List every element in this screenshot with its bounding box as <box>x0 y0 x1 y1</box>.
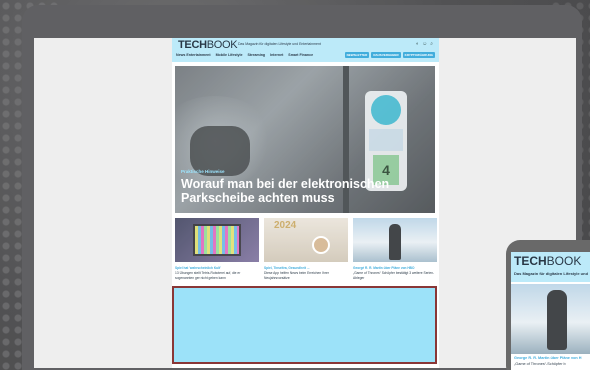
site-tagline: Das Magazin für digitalen Lifestyle und … <box>238 42 321 46</box>
site-header: TECHBOOK Das Magazin für digitalen Lifes… <box>172 38 439 62</box>
teaser-thumbnail: 2024 <box>264 218 348 262</box>
phone-site-header: TECHBOOK Das Magazin für digitalen Lifes… <box>511 252 590 282</box>
main-nav: News Entertainment Mobile Lifestyle Stre… <box>176 53 313 57</box>
phone-site-logo[interactable]: TECHBOOK <box>514 254 581 268</box>
newsletter-button[interactable]: NEWSLETTER <box>344 52 370 58</box>
teaser-kicker: Spiel hat 'wahrscheinlich Kult' <box>175 266 221 270</box>
teaser-thumbnail <box>175 218 259 262</box>
ad-placeholder[interactable] <box>172 286 437 364</box>
cloaked-figure-image <box>389 224 401 260</box>
year-image-text: 2024 <box>274 220 297 231</box>
teaser-title[interactable]: „Game of Thrones“ Schöpfer bestätigt 3 w… <box>353 271 437 280</box>
search-icon[interactable]: ⌕ <box>430 41 433 47</box>
logo-thin-text: BOOK <box>206 39 238 51</box>
logo-bold-text: TECH <box>178 39 207 51</box>
coffee-cup-image <box>312 236 330 254</box>
header-icons: ◐ ☺ ⌕ <box>416 41 433 47</box>
teaser-thumbnail <box>353 218 437 262</box>
phone-article-kicker: George R. R. Martin über Pläne von H <box>514 356 582 360</box>
hero-title[interactable]: Worauf man bei der elektronischen Parksc… <box>181 177 431 205</box>
teaser-title[interactable]: Diese App helfen News beim Erreichen Ihr… <box>264 271 348 280</box>
nav-item-smart-finance[interactable]: Smart Finance <box>288 53 313 57</box>
phone-logo-bold-text: TECH <box>514 254 547 268</box>
hero-kicker: Praktische Hinweise <box>181 169 225 174</box>
parking-disc-top <box>371 95 401 125</box>
hero-article[interactable]: 4 Praktische Hinweise Worauf man bei der… <box>175 66 435 213</box>
nav-item-internet[interactable]: Internet <box>270 53 283 57</box>
account-icon[interactable]: ☺ <box>422 41 427 47</box>
header-buttons: NEWSLETTER RAUSVERGEBER KRYPTOWÄHRUNG <box>344 52 435 58</box>
theme-toggle-icon[interactable]: ◐ <box>416 41 419 47</box>
teaser-title[interactable]: 13 Übungen stellt Tetris-Roboterei auf, … <box>175 271 259 280</box>
phone-screen: TECHBOOK Das Magazin für digitalen Lifes… <box>511 252 590 370</box>
phone-tagline: Das Magazin für digitalen Lifestyle und <box>514 271 589 276</box>
kryptowaehrung-button[interactable]: KRYPTOWÄHRUNG <box>402 52 435 58</box>
phone-logo-thin-text: BOOK <box>546 254 582 268</box>
phone-frame: TECHBOOK Das Magazin für digitalen Lifes… <box>506 240 590 370</box>
tetris-screen-image <box>193 224 241 256</box>
teaser-card[interactable]: Georgé R. R. Martin über Pläne von HBO „… <box>353 218 437 285</box>
teaser-card[interactable]: Spiel hat 'wahrscheinlich Kult' 13 Übung… <box>175 218 259 285</box>
nav-item-mobile-lifestyle[interactable]: Mobile Lifestyle <box>216 53 243 57</box>
phone-article-title[interactable]: „Game of Thrones“-Schöpfer b <box>514 362 566 366</box>
nav-item-streaming[interactable]: Streaming <box>248 53 266 57</box>
teaser-kicker: Georgé R. R. Martin über Pläne von HBO <box>353 266 415 270</box>
teaser-cards: Spiel hat 'wahrscheinlich Kult' 13 Übung… <box>175 218 437 285</box>
website-page: TECHBOOK Das Magazin für digitalen Lifes… <box>172 38 439 368</box>
cloaked-figure-image <box>547 290 567 350</box>
parking-disc-label <box>369 129 403 151</box>
teaser-kicker: Spiel, Tinseltra, Gesundheit ... <box>264 266 310 270</box>
nav-item-entertainment[interactable]: News Entertainment <box>176 53 211 57</box>
teaser-card[interactable]: 2024 Spiel, Tinseltra, Gesundheit ... Di… <box>264 218 348 285</box>
parking-disc-image: 4 <box>365 91 407 191</box>
rausvergeber-button[interactable]: RAUSVERGEBER <box>371 52 401 58</box>
site-logo[interactable]: TECHBOOK <box>178 39 238 51</box>
phone-article-image[interactable] <box>511 284 590 354</box>
